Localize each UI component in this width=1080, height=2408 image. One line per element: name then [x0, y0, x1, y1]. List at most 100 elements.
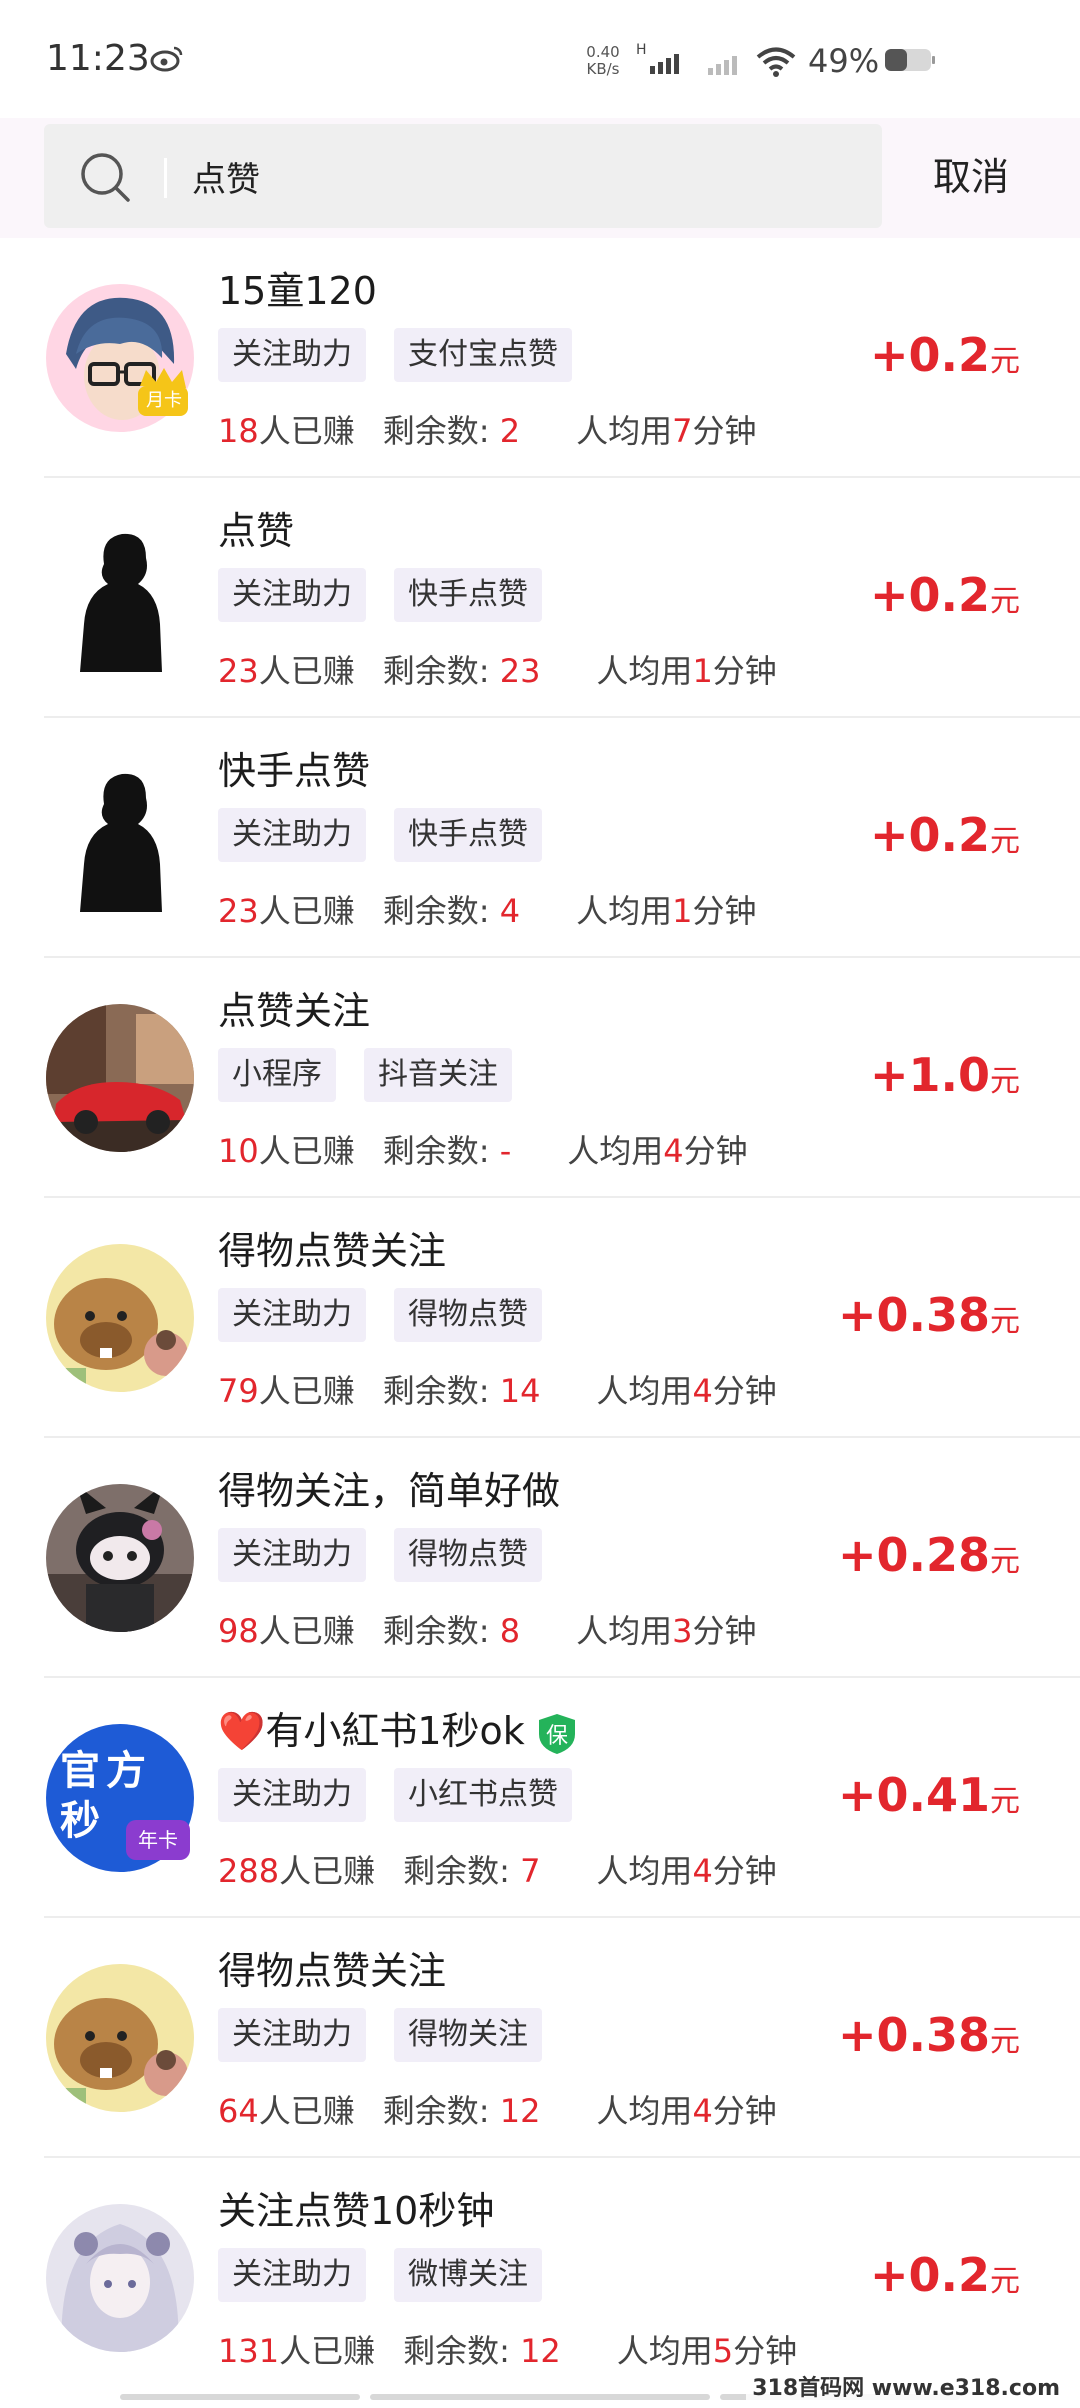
avatar[interactable]	[46, 1004, 194, 1152]
tag-group: 关注助力 得物关注	[218, 2008, 542, 2062]
task-title: 关注点赞10秒钟	[218, 2189, 495, 2233]
tag-group: 关注助力 支付宝点赞	[218, 328, 572, 382]
task-title: 得物点赞关注	[218, 1949, 447, 1993]
avatar[interactable]	[46, 1244, 194, 1392]
task-stats: 131人已赚 剩余数: 12 人均用5分钟	[218, 2332, 798, 2370]
task-title: 点赞	[218, 509, 295, 553]
divider	[44, 476, 1080, 478]
divider	[44, 1916, 1080, 1918]
badge: 月卡	[146, 390, 182, 411]
reward-amount: +0.28元	[837, 1528, 1020, 1582]
tag-group: 关注助力 小红书点赞	[218, 1768, 572, 1822]
tag: 关注助力	[218, 808, 366, 862]
battery-icon	[885, 49, 935, 71]
list-item[interactable]: 15童120 关注助力 支付宝点赞 18人已赚 剩余数: 2 人均用7分钟 +0.2…	[0, 240, 1080, 478]
tag-group: 关注助力 快手点赞	[218, 568, 542, 622]
divider	[44, 1436, 1080, 1438]
tag: 得物关注	[394, 2008, 542, 2062]
tag: 得物点赞	[394, 1288, 542, 1342]
list-item[interactable]: 点赞关注 小程序 抖音关注 10人已赚 剩余数: - 人均用4分钟 +1.0元	[0, 960, 1080, 1198]
tag: 小红书点赞	[394, 1768, 572, 1822]
divider	[44, 1196, 1080, 1198]
tag: 关注助力	[218, 568, 366, 622]
tag: 得物点赞	[394, 1528, 542, 1582]
list-item[interactable]: 快手点赞 关注助力 快手点赞 23人已赚 剩余数: 4 人均用1分钟 +0.2元	[0, 720, 1080, 958]
tag: 关注助力	[218, 2008, 366, 2062]
task-stats: 23人已赚 剩余数: 4 人均用1分钟	[218, 892, 757, 930]
task-title: 15童120	[218, 269, 377, 313]
weibo-icon	[150, 46, 183, 72]
signal-icon	[708, 56, 737, 75]
badge: 年卡	[126, 1820, 190, 1860]
task-stats: 98人已赚 剩余数: 8 人均用3分钟	[218, 1612, 757, 1650]
search-box[interactable]	[44, 124, 882, 228]
wifi-icon	[756, 47, 796, 77]
avatar[interactable]	[46, 524, 194, 672]
avatar[interactable]: 官方秒 年卡	[46, 1724, 194, 1872]
tag-group: 关注助力 微博关注	[218, 2248, 542, 2302]
tag: 小程序	[218, 1048, 336, 1102]
tag: 微博关注	[394, 2248, 542, 2302]
tag: 关注助力	[218, 1528, 366, 1582]
task-title: 点赞关注	[218, 989, 371, 1033]
reward-amount: +0.2元	[869, 808, 1020, 862]
tag: 快手点赞	[394, 808, 542, 862]
text-caret	[164, 158, 167, 198]
signal-h-icon: H	[636, 42, 679, 74]
earned-label: 人已赚	[258, 412, 355, 450]
task-title: 快手点赞	[218, 749, 371, 793]
list-item[interactable]: 得物点赞关注 关注助力 得物点赞 79人已赚 剩余数: 14 人均用4分钟 +0.3…	[0, 1200, 1080, 1438]
net-speed-value: 0.40	[586, 43, 620, 61]
task-stats: 64人已赚 剩余数: 12 人均用4分钟	[218, 2092, 777, 2130]
watermark: 318首码网 www.e318.com	[746, 2368, 1066, 2404]
search-input[interactable]	[192, 124, 792, 228]
remaining-count: 2	[499, 412, 521, 450]
avatar[interactable]	[46, 1964, 194, 2112]
tag-group: 关注助力 得物点赞	[218, 1288, 542, 1342]
svg-text:保: 保	[546, 1724, 568, 1749]
cancel-button[interactable]: 取消	[906, 146, 1036, 201]
task-stats: 10人已赚 剩余数: - 人均用4分钟	[218, 1132, 748, 1170]
task-title: 得物关注，简单好做	[218, 1469, 561, 1513]
task-stats: 288人已赚 剩余数: 7 人均用4分钟	[218, 1852, 777, 1890]
avg-minutes: 7	[672, 412, 693, 450]
net-speed-unit: KB/s	[586, 60, 620, 78]
tag-group: 关注助力 得物点赞	[218, 1528, 542, 1582]
list-item[interactable]: 得物点赞关注 关注助力 得物关注 64人已赚 剩余数: 12 人均用4分钟 +0.3…	[0, 1920, 1080, 2158]
shield-icon: 保	[535, 1712, 579, 1756]
reward-amount: +0.38元	[837, 2008, 1020, 2062]
task-stats: 23人已赚 剩余数: 23 人均用1分钟	[218, 652, 777, 690]
avg-prefix: 人均用	[576, 412, 673, 450]
reward-amount: +0.2元	[869, 568, 1020, 622]
status-time: 11:23	[46, 38, 150, 79]
divider	[44, 1676, 1080, 1678]
task-title: 得物点赞关注	[218, 1229, 447, 1273]
avatar[interactable]	[46, 2204, 194, 2352]
tag: 关注助力	[218, 2248, 366, 2302]
reward-amount: +0.38元	[837, 1288, 1020, 1342]
tag: 关注助力	[218, 1768, 366, 1822]
list-item[interactable]: 点赞 关注助力 快手点赞 23人已赚 剩余数: 23 人均用1分钟 +0.2元	[0, 480, 1080, 718]
task-title: ❤️有小紅书1秒ok 保	[218, 1700, 579, 1756]
divider	[44, 956, 1080, 958]
svg-text:H: H	[636, 42, 647, 58]
list-item[interactable]: 得物关注，简单好做 关注助力 得物点赞 98人已赚 剩余数: 8 人均用3分钟 +0…	[0, 1440, 1080, 1678]
net-speed: 0.40 KB/s	[580, 44, 626, 78]
reward-amount: +0.2元	[869, 328, 1020, 382]
task-stats: 18人已赚 剩余数: 2 人均用7分钟	[218, 406, 756, 452]
reward-amount: +0.41元	[837, 1768, 1020, 1822]
tag: 关注助力	[218, 328, 366, 382]
avatar[interactable]	[46, 1484, 194, 1632]
avatar[interactable]	[46, 764, 194, 912]
list-item[interactable]: 官方秒 年卡 ❤️有小紅书1秒ok 保 关注助力 小红书点赞 288人已赚 剩余数:…	[0, 1680, 1080, 1918]
divider	[44, 716, 1080, 718]
divider	[44, 2156, 1080, 2158]
list-item[interactable]: 关注点赞10秒钟 关注助力 微博关注 131人已赚 剩余数: 12 人均用5分钟 +…	[0, 2160, 1080, 2398]
reward-amount: +1.0元	[869, 1048, 1020, 1102]
tag: 支付宝点赞	[394, 328, 572, 382]
search-bar: 取消	[0, 118, 1080, 238]
tag: 快手点赞	[394, 568, 542, 622]
battery-percent: 49%	[808, 42, 880, 80]
tag-group: 小程序 抖音关注	[218, 1048, 512, 1102]
tag: 关注助力	[218, 1288, 366, 1342]
